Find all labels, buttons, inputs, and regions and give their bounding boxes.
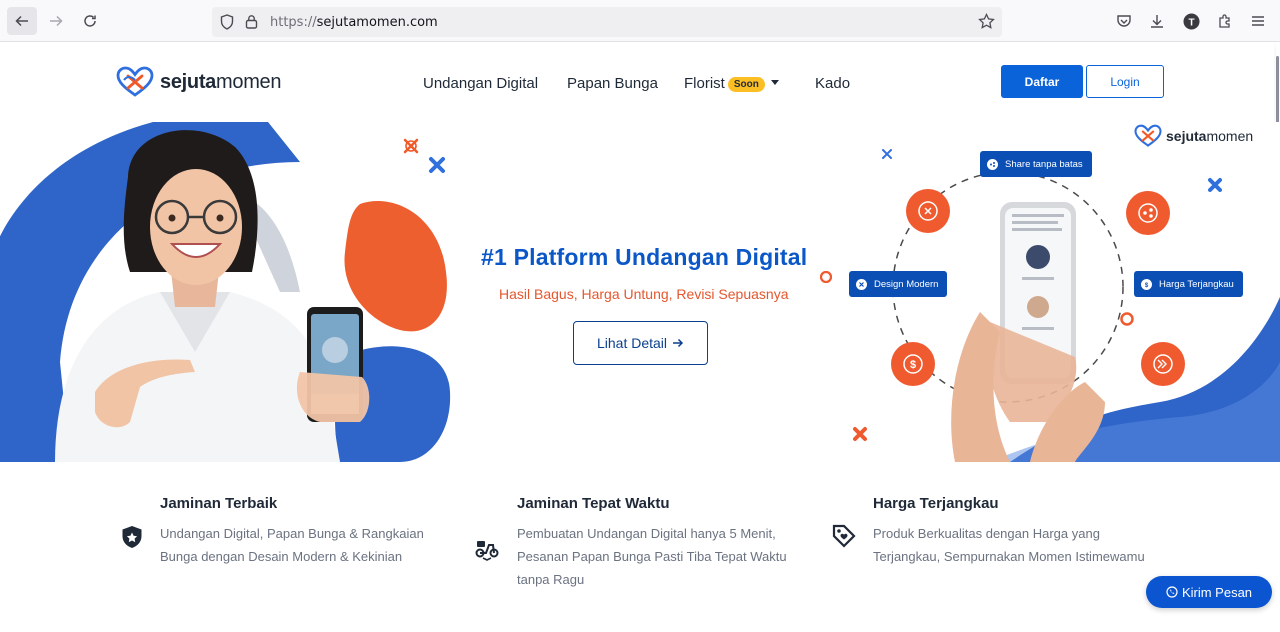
feature-title-jaminan-terbaik: Jaminan Terbaik xyxy=(160,495,278,512)
pill-share-label: Share tanpa batas xyxy=(1005,158,1083,170)
heart-logo-icon xyxy=(116,66,154,97)
soon-badge: Soon xyxy=(727,77,765,92)
feature-desc-line: Pesanan Papan Bunga Pasti Tiba Tepat Wak… xyxy=(517,549,787,564)
scrollbar-thumb[interactable] xyxy=(1276,56,1279,132)
url-text[interactable]: https://sejutamomen.com xyxy=(270,15,438,30)
forward-button[interactable] xyxy=(41,7,71,35)
deco-ring-icon xyxy=(1120,312,1134,326)
feature-title-harga-terjangkau: Harga Terjangkau xyxy=(873,495,999,512)
hero-subtitle: Hasil Bagus, Harga Untung, Revisi Sepuas… xyxy=(499,286,789,302)
pill-harga-label: Harga Terjangkau xyxy=(1159,278,1234,290)
hero-logo: sejutamomen xyxy=(1134,124,1253,148)
heart-logo-icon xyxy=(1134,124,1162,147)
pill-share: Share tanpa batas xyxy=(980,151,1092,177)
nav-florist[interactable]: Florist Soon xyxy=(684,75,779,92)
pocket-icon[interactable] xyxy=(1115,12,1133,30)
login-button[interactable]: Login xyxy=(1086,65,1164,98)
url-host: sejutamomen.com xyxy=(316,15,438,30)
orange-circle-cross-icon xyxy=(906,189,950,233)
orange-circle-dollar-icon: $ xyxy=(891,342,935,386)
feature-desc-line: Undangan Digital, Papan Bunga & Rangkaia… xyxy=(160,526,424,541)
bookmark-star-icon[interactable] xyxy=(978,13,995,30)
pill-design: Design Modern xyxy=(849,271,948,297)
daftar-button[interactable]: Daftar xyxy=(1001,65,1083,98)
delivery-scooter-icon xyxy=(475,541,499,561)
hero-logo-bold: sejuta xyxy=(1166,128,1207,144)
lihat-detail-label: Lihat Detail xyxy=(596,335,668,351)
lock-icon[interactable] xyxy=(245,14,258,29)
arrow-right-icon xyxy=(673,338,684,348)
logo-text: sejutamomen xyxy=(160,70,282,94)
hero-banner: #1 Platform Undangan Digital Hasil Bagus… xyxy=(0,122,1280,462)
hero-woman-illustration xyxy=(0,122,451,462)
price-tag-icon xyxy=(832,524,856,548)
feature-desc-line: tanpa Ragu xyxy=(517,572,585,587)
logo-text-light: momen xyxy=(216,70,282,93)
url-protocol: https:// xyxy=(270,15,317,30)
feature-desc-line: Bunga dengan Desain Modern & Kekinian xyxy=(160,549,403,564)
hero-logo-text: sejutamomen xyxy=(1166,128,1253,144)
pill-harga: $ Harga Terjangkau xyxy=(1134,271,1243,297)
arrow-right-icon xyxy=(50,15,63,27)
download-icon[interactable] xyxy=(1148,12,1166,30)
feature-desc-line: Terjangkau, Sempurnakan Momen Istimewamu xyxy=(873,549,1145,564)
shield-star-icon xyxy=(122,526,142,548)
feature-title-tepat-waktu: Jaminan Tepat Waktu xyxy=(517,495,670,512)
nav-kado[interactable]: Kado xyxy=(815,75,850,92)
deco-cross-icon xyxy=(429,157,445,173)
extensions-icon[interactable] xyxy=(1216,12,1234,30)
deco-cross-orange-icon xyxy=(853,427,867,441)
deco-cross-icon xyxy=(1208,178,1222,192)
site-logo[interactable]: sejutamomen xyxy=(116,66,282,98)
nav-undangan-digital[interactable]: Undangan Digital xyxy=(423,75,538,92)
dollar-dot-icon: $ xyxy=(1141,278,1152,290)
orange-circle-fastforward-icon xyxy=(1141,342,1185,386)
reload-button[interactable] xyxy=(75,7,105,35)
nav-florist-label: Florist xyxy=(684,75,725,92)
hero-logo-light: momen xyxy=(1206,128,1254,144)
browser-toolbar: https://sejutamomen.com T xyxy=(0,0,1280,42)
tracking-shield-icon[interactable] xyxy=(220,14,234,30)
cross-dot-icon xyxy=(856,278,867,290)
feature-desc-line: Pembuatan Undangan Digital hanya 5 Menit… xyxy=(517,526,776,541)
menu-icon[interactable] xyxy=(1249,12,1267,30)
address-bar[interactable]: https://sejutamomen.com xyxy=(212,7,1002,37)
svg-text:T: T xyxy=(1188,17,1194,28)
deco-ring-icon xyxy=(820,271,832,283)
pill-design-label: Design Modern xyxy=(874,278,939,290)
hero-title: #1 Platform Undangan Digital xyxy=(481,244,808,270)
deco-small-cross-icon xyxy=(882,149,892,159)
lihat-detail-button[interactable]: Lihat Detail xyxy=(573,321,708,365)
deco-cross-outline-icon xyxy=(403,138,419,154)
arrow-left-icon xyxy=(15,15,28,27)
kirim-pesan-label: Kirim Pesan xyxy=(1181,584,1253,600)
reload-icon xyxy=(84,15,96,27)
svg-text:$: $ xyxy=(1145,283,1149,288)
account-avatar-icon[interactable]: T xyxy=(1182,12,1200,30)
logo-text-bold: sejuta xyxy=(160,70,217,93)
kirim-pesan-button[interactable]: Kirim Pesan xyxy=(1146,576,1272,608)
feature-desc-jaminan-terbaik: Undangan Digital, Papan Bunga & Rangkaia… xyxy=(160,522,450,568)
orange-circle-share-icon xyxy=(1126,191,1170,235)
feature-desc-line: Produk Berkualitas dengan Harga yang xyxy=(873,526,1100,541)
share-icon xyxy=(987,158,998,170)
chevron-down-icon xyxy=(770,80,779,85)
whatsapp-icon xyxy=(1166,586,1178,598)
svg-text:$: $ xyxy=(910,359,916,371)
feature-desc-harga-terjangkau: Produk Berkualitas dengan Harga yang Ter… xyxy=(873,522,1163,568)
site-header: sejutamomen Undangan Digital Papan Bunga… xyxy=(0,42,1274,122)
feature-desc-tepat-waktu: Pembuatan Undangan Digital hanya 5 Menit… xyxy=(517,522,807,591)
nav-papan-bunga[interactable]: Papan Bunga xyxy=(567,75,658,92)
back-button[interactable] xyxy=(7,7,37,35)
